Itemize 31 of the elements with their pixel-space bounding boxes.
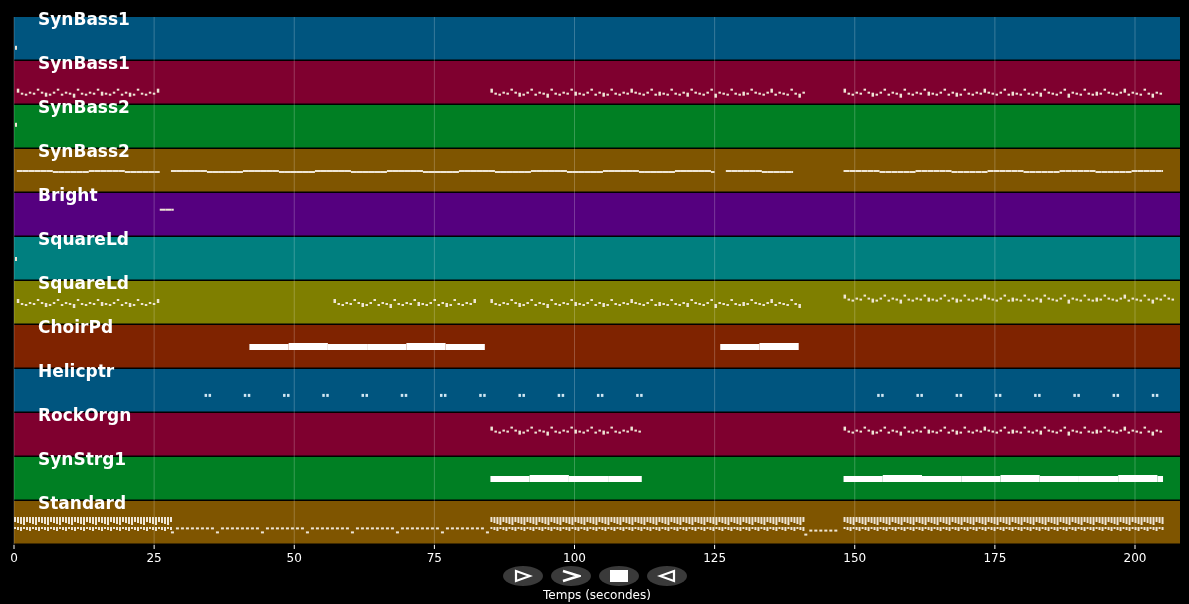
track-name: RockOrgn (38, 405, 132, 425)
track-name: Helicptr (38, 361, 115, 381)
next-icon (561, 569, 581, 583)
reverse-icon (657, 569, 677, 583)
tick-label: 200 (1123, 551, 1147, 565)
stop-button[interactable] (599, 566, 639, 586)
track-name: SynBass2 (38, 97, 130, 117)
play-button[interactable] (503, 566, 543, 586)
tick-label: 150 (843, 551, 867, 565)
next-button[interactable] (551, 566, 591, 586)
track-name: SynBass2 (38, 141, 130, 161)
tick-label: 75 (426, 551, 442, 565)
track-name: SynBass1 (38, 9, 130, 29)
track-name: SynStrg1 (38, 449, 127, 469)
track-name: SquareLd (38, 229, 129, 249)
tick-label: 25 (146, 551, 162, 565)
tick-label: 0 (10, 551, 18, 565)
tick-label: 125 (703, 551, 727, 565)
stop-icon (609, 569, 629, 583)
tick-label: 175 (983, 551, 1007, 565)
track-name: Standard (38, 493, 127, 513)
tick-label: 100 (563, 551, 586, 565)
track-name: ChoirPd (38, 317, 114, 337)
axis-title: Temps (secondes) (543, 588, 651, 602)
tick-label: 50 (286, 551, 302, 565)
reverse-button[interactable] (647, 566, 687, 586)
track-name: SquareLd (38, 273, 129, 293)
track-name: SynBass1 (38, 53, 130, 73)
play-icon (513, 569, 533, 583)
notes-drawing (159, 208, 174, 211)
track-name: Bright (38, 185, 98, 205)
